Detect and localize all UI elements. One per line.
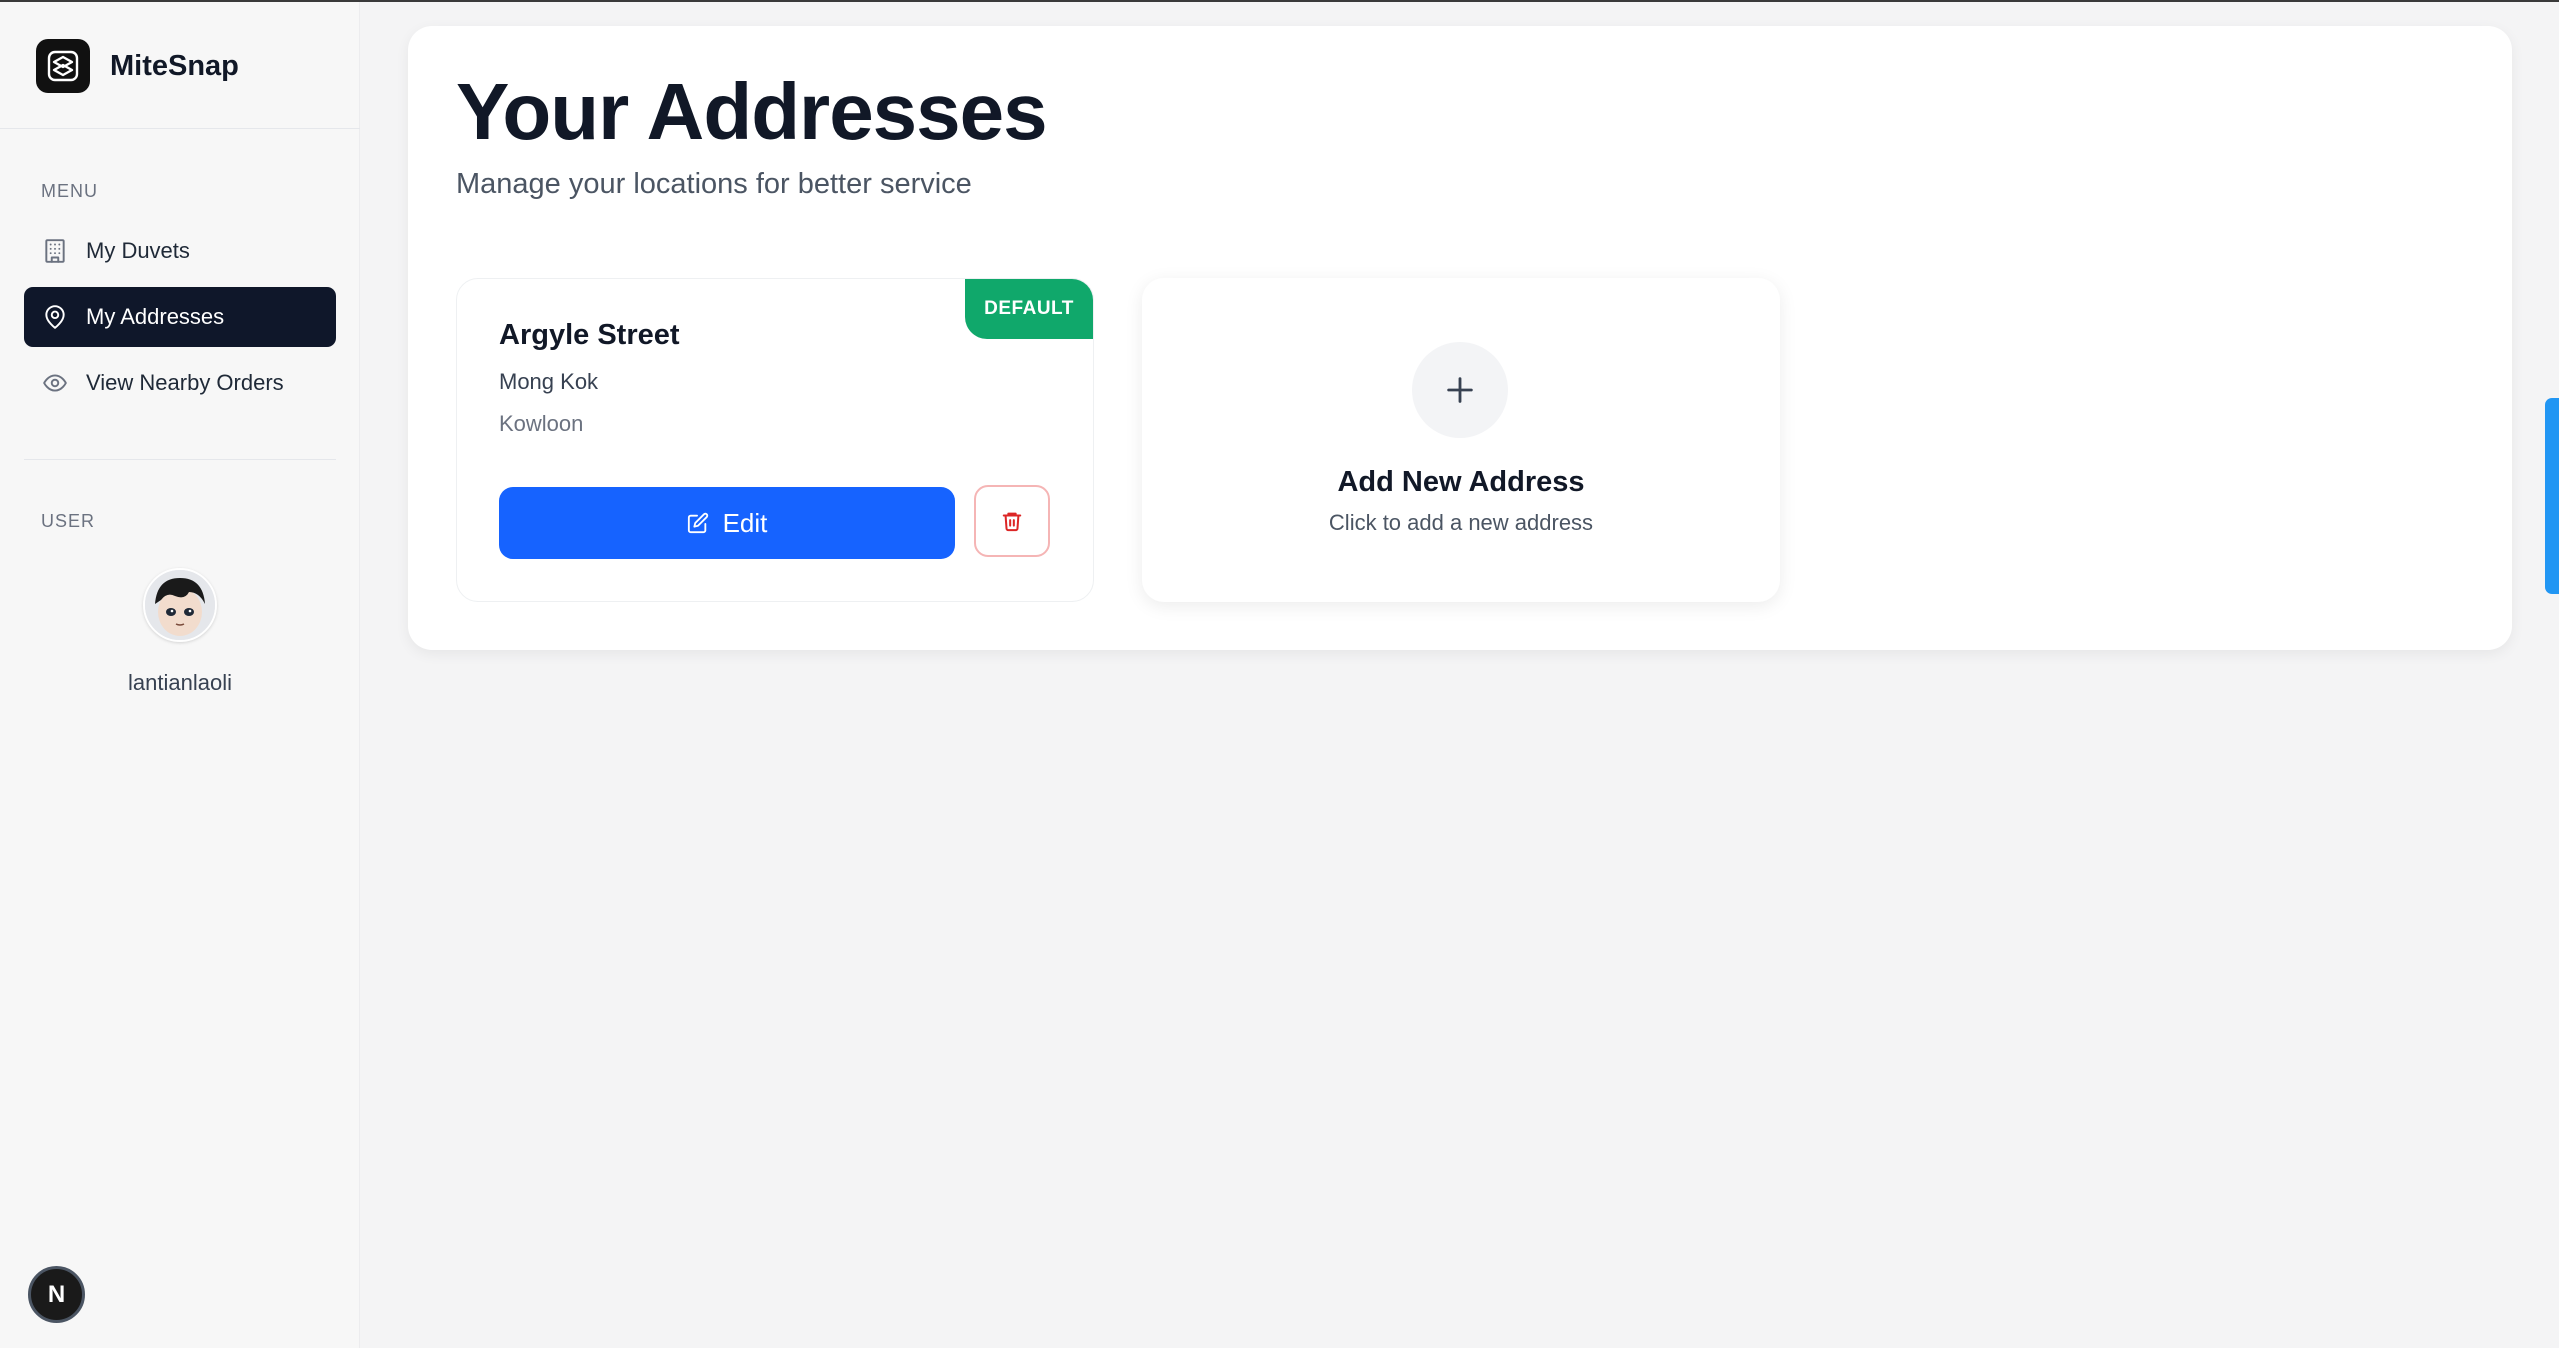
address-street: Argyle Street: [499, 319, 680, 351]
add-address-title: Add New Address: [1337, 466, 1585, 498]
edit-icon: [687, 512, 708, 534]
plus-icon: [1412, 342, 1508, 438]
sidebar-item-label: My Addresses: [86, 304, 225, 329]
sidebar-item-label: View Nearby Orders: [86, 370, 284, 395]
sidebar-item-my-addresses[interactable]: My Addresses: [24, 287, 336, 347]
address-district: Mong Kok: [499, 369, 599, 394]
edit-address-button[interactable]: Edit: [499, 487, 955, 559]
dev-tools-badge[interactable]: N: [28, 1266, 85, 1323]
address-card: DEFAULT Argyle Street Mong Kok Kowloon E…: [456, 278, 1094, 602]
main-panel: Your Addresses Manage your locations for…: [408, 26, 2512, 650]
sidebar-item-my-duvets[interactable]: My Duvets: [24, 221, 336, 281]
user-section-label: USER: [41, 511, 96, 531]
edit-button-label: Edit: [722, 507, 768, 538]
eye-icon: [43, 374, 67, 392]
sidebar-item-view-nearby-orders[interactable]: View Nearby Orders: [24, 353, 336, 413]
address-region: Kowloon: [499, 411, 584, 436]
username: lantianlaoli: [128, 670, 232, 695]
scrollbar-thumb[interactable]: [2545, 398, 2559, 594]
window-top-border: [0, 0, 2559, 2]
page-subtitle: Manage your locations for better service: [456, 168, 972, 200]
default-badge: DEFAULT: [965, 279, 1093, 339]
brand[interactable]: MiteSnap: [36, 38, 239, 94]
sidebar: MiteSnap MENU My Duvets My Addresses Vie…: [0, 2, 360, 1348]
trash-icon: [1002, 512, 1022, 532]
delete-address-button[interactable]: [974, 485, 1050, 557]
app-name: MiteSnap: [110, 49, 239, 82]
avatar[interactable]: [143, 568, 217, 642]
add-new-address-card[interactable]: Add New Address Click to add a new addre…: [1142, 278, 1780, 602]
map-pin-icon: [45, 305, 65, 329]
sidebar-item-label: My Duvets: [86, 238, 190, 263]
sidebar-divider: [0, 128, 360, 129]
mitesnap-logo-icon: [36, 39, 90, 93]
building-icon: [45, 239, 65, 263]
page-title: Your Addresses: [456, 67, 1048, 156]
add-address-subtitle: Click to add a new address: [1328, 510, 1594, 535]
menu-section-label: MENU: [41, 181, 98, 201]
sidebar-divider: [24, 459, 336, 460]
